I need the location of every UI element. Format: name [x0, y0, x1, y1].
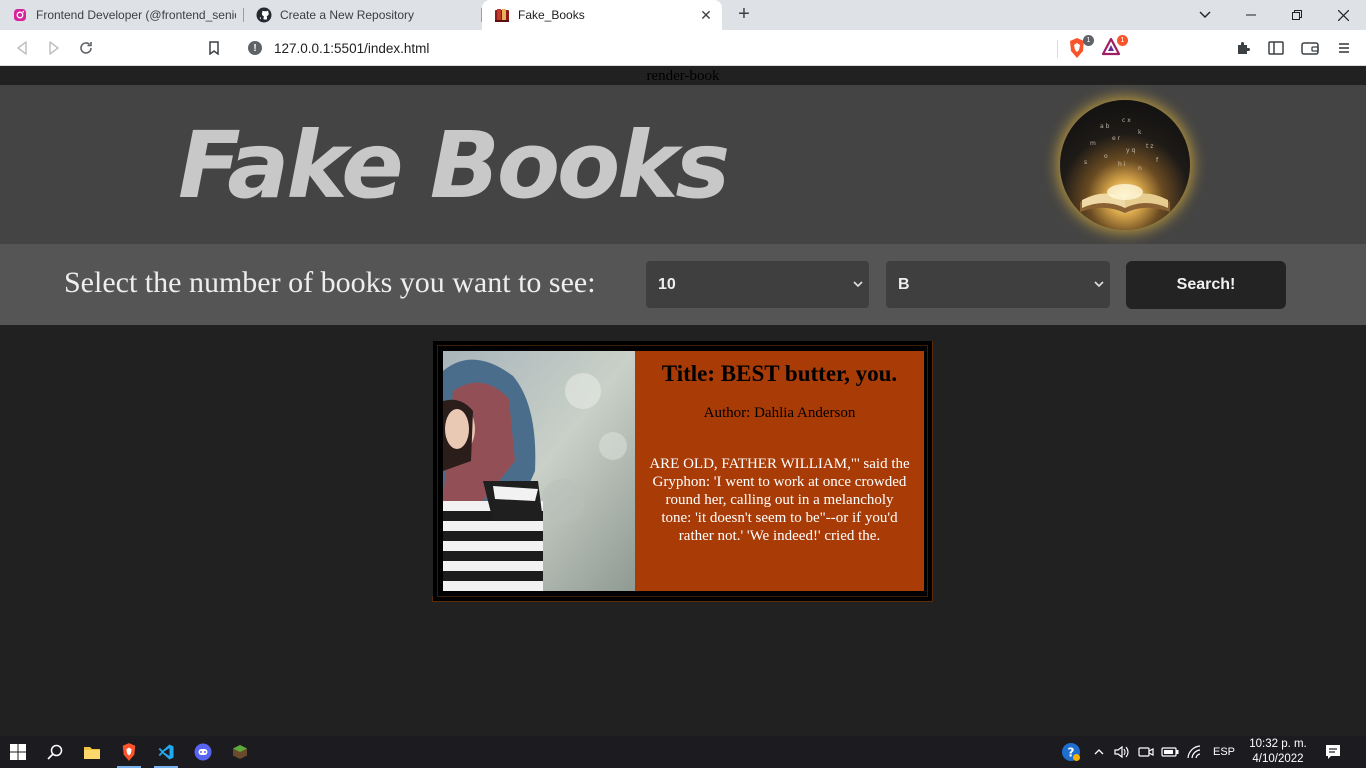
github-icon	[256, 7, 272, 23]
letter-filter-select[interactable]: B	[886, 261, 1110, 308]
book-title: Title: BEST butter, you.	[661, 361, 898, 386]
clock-time: 10:32 p. m.	[1249, 738, 1307, 750]
chevron-down-icon	[1094, 277, 1104, 291]
address-bar[interactable]: ! 127.0.0.1:5501/index.html	[238, 34, 1058, 62]
new-tab-button[interactable]: +	[733, 4, 755, 26]
chevron-up-icon[interactable]	[1090, 736, 1108, 768]
svg-text:n: n	[1138, 165, 1142, 172]
site-logo-text: Fake Books	[178, 112, 730, 219]
sidebar-icon[interactable]	[1264, 36, 1288, 60]
minecraft-taskbar-icon[interactable]	[222, 736, 258, 768]
bookmark-icon[interactable]	[202, 36, 226, 60]
forward-icon[interactable]	[42, 36, 66, 60]
vscode-taskbar-icon[interactable]	[148, 736, 184, 768]
site-info-icon[interactable]: !	[248, 41, 262, 55]
restore-icon[interactable]	[1274, 0, 1320, 30]
svg-text:k: k	[1138, 129, 1142, 136]
brave-rewards-badge: 1	[1117, 35, 1128, 46]
tab-label: Fake_Books	[518, 8, 585, 22]
svg-text:a b: a b	[1100, 123, 1110, 130]
close-window-icon[interactable]	[1320, 0, 1366, 30]
site-header: Fake Books a b c x k m e r t z o y q s f h i n	[0, 85, 1366, 244]
menu-icon[interactable]	[1332, 36, 1356, 60]
minimize-icon[interactable]	[1228, 0, 1274, 30]
brave-browser-taskbar-icon[interactable]	[111, 736, 147, 768]
chevron-down-icon	[853, 277, 863, 291]
notifications-icon[interactable]	[1318, 736, 1348, 768]
browser-toolbar: ! 127.0.0.1:5501/index.html 1 1	[0, 30, 1366, 66]
svg-text:e r: e r	[1112, 135, 1121, 142]
book-count-value: 10	[658, 275, 676, 293]
url-text: 127.0.0.1:5501/index.html	[274, 40, 430, 56]
battery-icon[interactable]	[1160, 736, 1180, 768]
browser-tabstrip: Frontend Developer (@frontend_senio Crea…	[0, 0, 1366, 30]
svg-text:o: o	[1104, 153, 1108, 160]
address-bar-divider	[1057, 40, 1058, 58]
render-book-label: render-book	[646, 68, 720, 84]
svg-text:m: m	[1090, 140, 1096, 147]
file-explorer-icon[interactable]	[74, 736, 110, 768]
svg-text:c x: c x	[1122, 117, 1131, 124]
close-tab-icon[interactable]: ✕	[698, 7, 714, 23]
book-cover-image	[443, 351, 635, 591]
brave-shields-icon[interactable]: 1	[1068, 35, 1094, 58]
svg-text:t z: t z	[1146, 143, 1153, 150]
tab-github[interactable]: Create a New Repository	[244, 0, 482, 30]
brave-shields-badge: 1	[1083, 35, 1094, 46]
windows-taskbar: ? ESP 10:32 p. m. 4/10/2022	[0, 736, 1366, 768]
tab-label: Create a New Repository	[280, 8, 415, 22]
taskbar-clock[interactable]: 10:32 p. m. 4/10/2022	[1244, 737, 1312, 767]
svg-text:f: f	[1156, 157, 1159, 164]
letter-filter-value: B	[898, 275, 910, 293]
reload-icon[interactable]	[74, 36, 98, 60]
extensions-puzzle-icon[interactable]	[1232, 36, 1256, 60]
book-info-panel: Title: BEST butter, you. Author: Dahlia …	[635, 351, 924, 591]
windows-start-icon[interactable]	[0, 736, 36, 768]
back-icon[interactable]	[10, 36, 34, 60]
volume-icon[interactable]	[1112, 736, 1132, 768]
book-count-select[interactable]: 10	[646, 261, 869, 308]
instagram-icon	[12, 7, 28, 23]
tab-label: Frontend Developer (@frontend_senio	[36, 8, 236, 22]
svg-text:h i: h i	[1118, 161, 1126, 168]
tab-instagram[interactable]: Frontend Developer (@frontend_senio	[0, 0, 244, 30]
search-icon[interactable]	[37, 736, 73, 768]
svg-text:y q: y q	[1126, 147, 1135, 154]
book-icon	[494, 7, 510, 23]
brave-rewards-icon[interactable]: 1	[1101, 35, 1128, 58]
page-content: render-book Fake Books a b c x k m e r t z o…	[0, 67, 1366, 736]
book-description: ARE OLD, FATHER WILLIAM,"' said the Gryp…	[649, 456, 910, 544]
wallet-icon[interactable]	[1298, 36, 1322, 60]
svg-text:s: s	[1084, 159, 1087, 166]
book-controls-bar: Select the number of books you want to s…	[0, 244, 1366, 325]
tab-search-icon[interactable]	[1182, 0, 1228, 30]
discord-taskbar-icon[interactable]	[185, 736, 221, 768]
search-button[interactable]: Search!	[1126, 261, 1286, 309]
magic-book-logo-image: a b c x k m e r t z o y q s f h i n	[1060, 100, 1190, 230]
book-card: Title: BEST butter, you. Author: Dahlia …	[433, 341, 932, 601]
wifi-icon[interactable]	[1184, 736, 1206, 768]
clock-date: 4/10/2022	[1252, 753, 1304, 765]
camera-icon[interactable]	[1136, 736, 1156, 768]
help-tray-icon[interactable]: ?	[1058, 736, 1084, 768]
book-count-prompt: Select the number of books you want to s…	[64, 266, 596, 299]
book-author: Author: Dahlia Anderson	[703, 405, 856, 421]
tab-fake-books[interactable]: Fake_Books ✕	[482, 0, 722, 30]
language-indicator[interactable]: ESP	[1208, 736, 1240, 768]
